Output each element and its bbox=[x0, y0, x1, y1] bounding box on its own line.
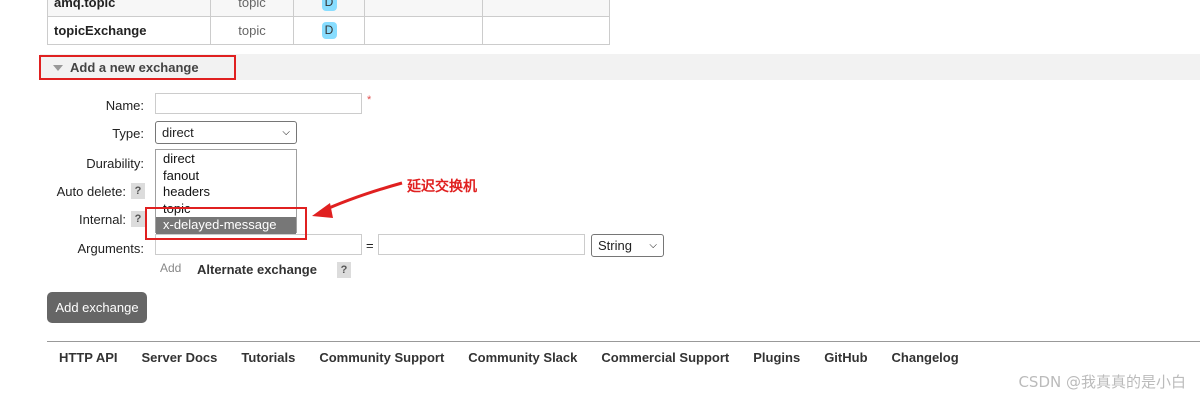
add-exchange-button[interactable]: Add exchange bbox=[47, 292, 147, 323]
footer-link-plugins[interactable]: Plugins bbox=[753, 350, 800, 365]
annotation-arrow-icon bbox=[312, 181, 403, 218]
footer-links: HTTP API Server Docs Tutorials Community… bbox=[59, 350, 959, 365]
watermark: CSDN @我真真的是小白 bbox=[1018, 373, 1186, 391]
footer-link-changelog[interactable]: Changelog bbox=[892, 350, 959, 365]
annotation-label: 延迟交换机 bbox=[407, 179, 477, 195]
footer-link-commercial-support[interactable]: Commercial Support bbox=[601, 350, 729, 365]
footer-divider bbox=[47, 341, 1200, 342]
footer-link-community-support[interactable]: Community Support bbox=[319, 350, 444, 365]
footer-link-tutorials[interactable]: Tutorials bbox=[241, 350, 295, 365]
footer-link-community-slack[interactable]: Community Slack bbox=[468, 350, 577, 365]
footer-link-server-docs[interactable]: Server Docs bbox=[142, 350, 218, 365]
footer-link-http-api[interactable]: HTTP API bbox=[59, 350, 118, 365]
footer-link-github[interactable]: GitHub bbox=[824, 350, 867, 365]
